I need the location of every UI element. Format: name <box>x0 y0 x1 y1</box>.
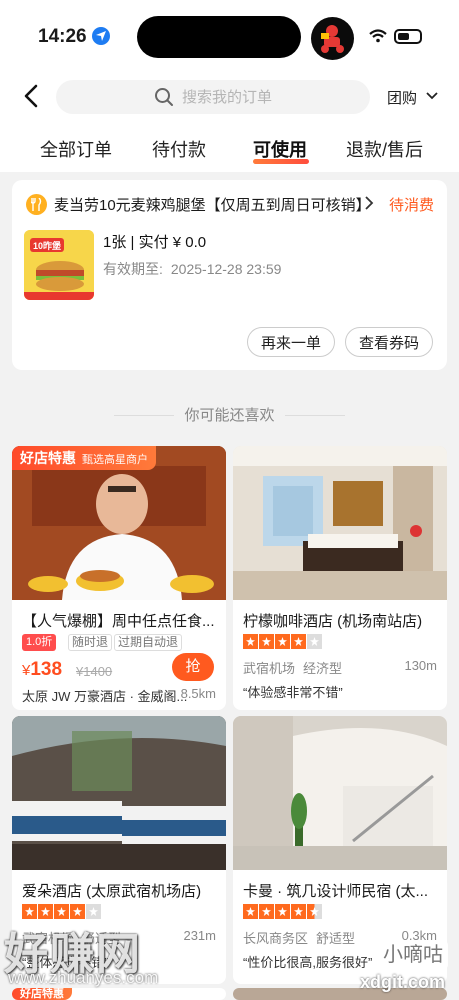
card-title: 卡曼 · 筑几设计师民宿 (太... <box>243 883 428 900</box>
card-type: 舒适型 <box>316 931 356 946</box>
group-filter-label: 团购 <box>387 90 418 107</box>
view-code-button[interactable]: 查看券码 <box>345 327 433 357</box>
rating-stars <box>243 904 323 924</box>
watermark-url-2: xdgit.com <box>360 972 446 992</box>
card-title: 爱朵酒店 (太原武宿机场店) <box>22 883 202 900</box>
deal-badge: 好店特惠 甄选高星商户 <box>12 446 156 470</box>
card-image <box>12 716 226 870</box>
star-icon <box>275 634 290 649</box>
star-icon <box>243 904 258 919</box>
card-title: 柠檬咖啡酒店 (机场南站店) <box>243 613 423 630</box>
status-bar: 14:26 <box>0 0 459 72</box>
tab-all-orders[interactable]: 全部订单 <box>40 136 112 162</box>
order-qty-price: 1张 | 实付 ¥ 0.0 <box>103 234 207 251</box>
order-validity: 有效期至: 2025-12-28 23:59 <box>103 259 281 279</box>
card-distance: 130m <box>404 658 437 673</box>
chevron-down-icon <box>426 92 438 100</box>
auto-refund-tag: 过期自动退 <box>114 634 183 651</box>
original-price: ¥1400 <box>76 664 113 679</box>
star-icon <box>243 634 258 649</box>
delivery-app-icon <box>311 17 354 60</box>
star-icon <box>259 904 274 919</box>
star-icon <box>259 634 274 649</box>
reorder-button[interactable]: 再来一单 <box>247 327 335 357</box>
card-distance: 231m <box>183 928 216 943</box>
star-icon <box>22 904 37 919</box>
status-time: 14:26 <box>38 26 87 47</box>
deal-price: ¥138 <box>22 659 63 680</box>
refund-anytime-tag: 随时退 <box>68 634 113 651</box>
card-review-quote: “性价比很高,服务很好” <box>243 955 373 970</box>
card-title: 【人气爆棚】周中任点任食... <box>22 613 215 630</box>
location-arrow-icon <box>92 27 110 45</box>
divider-right <box>285 415 345 416</box>
grab-button[interactable]: 抢 <box>172 653 214 681</box>
search-icon <box>155 88 173 106</box>
restaurant-icon <box>26 194 47 215</box>
card-review-quote: “体验感非常不错” <box>243 685 343 700</box>
dynamic-island <box>137 16 301 58</box>
discount-tag: 1.0折 <box>22 634 57 651</box>
card-type: 经济型 <box>303 661 343 676</box>
validity-date: 2025-12-28 23:59 <box>170 261 282 277</box>
product-thumbnail[interactable]: 10昨堡 <box>24 230 94 300</box>
search-input[interactable] <box>182 80 362 114</box>
chevron-right-icon[interactable] <box>363 196 375 210</box>
battery-icon <box>394 29 422 44</box>
star-icon <box>291 904 306 919</box>
card-distance: 8.5km <box>180 686 216 701</box>
active-tab-indicator <box>253 159 309 164</box>
star-icon <box>275 904 290 919</box>
star-icon <box>86 904 101 919</box>
card-image <box>233 716 447 870</box>
order-tabs: 全部订单 待付款 可使用 退款/售后 <box>0 132 459 168</box>
tab-pending-payment[interactable]: 待付款 <box>152 136 206 162</box>
validity-label: 有效期至: <box>103 261 163 277</box>
star-icon <box>38 904 53 919</box>
star-icon <box>70 904 85 919</box>
search-box[interactable] <box>56 80 370 114</box>
deal-price-value: 138 <box>30 659 63 680</box>
wifi-icon <box>369 29 387 43</box>
card-area: 武宿机场 <box>243 661 296 676</box>
star-icon <box>307 634 322 649</box>
card-image <box>233 446 447 600</box>
deal-badge: 好店特惠 <box>12 988 72 1000</box>
order-card[interactable]: 麦当劳10元麦辣鸡腿堡【仅周五到周日可核销】 待消费 10昨堡 1张 | 实付 … <box>12 180 447 370</box>
recommend-card-deal[interactable]: 好店特惠 甄选高星商户 【人气爆棚】周中任点任食... 1.0折 随时退 过期自动… <box>12 446 226 710</box>
thumb-promo-text: 10昨堡 <box>33 240 61 251</box>
group-filter-dropdown[interactable]: 团购 <box>387 87 438 108</box>
header: 团购 全部订单 待付款 可使用 退款/售后 <box>0 72 459 172</box>
tab-refund[interactable]: 退款/售后 <box>346 136 423 162</box>
star-icon <box>307 904 322 919</box>
recommend-card-deal[interactable]: 好店特惠 <box>12 988 226 1000</box>
watermark-url: www.zhuanyes.com <box>8 968 159 987</box>
star-icon <box>291 634 306 649</box>
order-status: 待消费 <box>389 197 435 214</box>
back-icon[interactable] <box>18 82 46 110</box>
order-title[interactable]: 麦当劳10元麦辣鸡腿堡【仅周五到周日可核销】 <box>54 194 372 215</box>
rating-stars <box>243 634 323 654</box>
deal-badge-sub: 甄选高星商户 <box>82 454 148 466</box>
card-location: 太原 JW 万豪酒店 · 金威阁... <box>22 689 188 704</box>
recommend-title: 你可能还喜欢 <box>184 407 275 424</box>
card-area: 长风商务区 <box>243 931 309 946</box>
star-icon <box>54 904 69 919</box>
watermark-badge: 小嘀咕 <box>378 941 448 969</box>
recommend-card-hotel[interactable]: 柠檬咖啡酒店 (机场南站店) 武宿机场 经济型 130m “体验感非常不错” <box>233 446 447 710</box>
card-meta: 长风商务区 舒适型 <box>243 928 355 947</box>
card-meta: 武宿机场 经济型 <box>243 658 342 677</box>
deal-badge-label: 好店特惠 <box>20 450 76 466</box>
